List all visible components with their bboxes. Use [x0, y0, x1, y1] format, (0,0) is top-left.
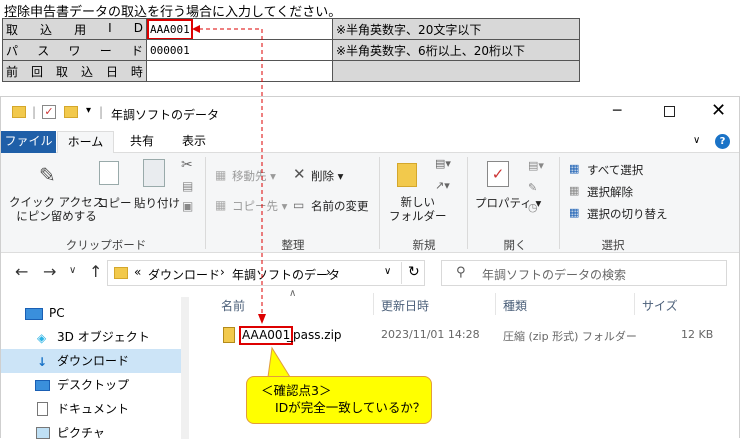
confirmation-callout: ＜確認点3＞ IDが完全一致しているか？ — [246, 376, 432, 424]
connector-arrowhead-left — [192, 25, 200, 33]
callout-pointer — [267, 346, 291, 378]
annotation-overlay — [192, 25, 291, 378]
callout-title: ＜確認点3＞ — [261, 383, 332, 398]
callout-question: IDが完全一致しているか？ — [275, 400, 426, 415]
connector-arrowhead-down — [258, 314, 266, 324]
